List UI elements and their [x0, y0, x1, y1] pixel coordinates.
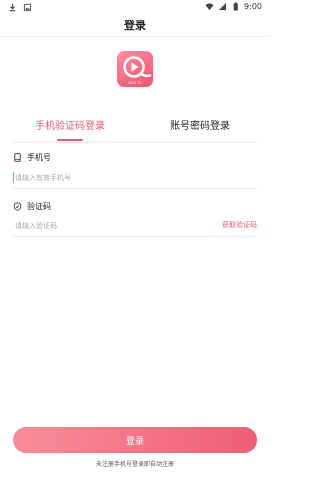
text-caret — [13, 172, 14, 183]
code-input-underline — [13, 236, 257, 237]
battery-icon — [233, 2, 238, 11]
phone-icon — [14, 153, 21, 162]
status-bar: 9:00 — [0, 0, 270, 16]
login-button[interactable]: 登录 — [13, 427, 257, 453]
tabs-divider — [13, 142, 257, 143]
image-icon — [23, 3, 32, 12]
tab-sms-login[interactable]: 手机验证码登录 — [24, 120, 116, 134]
phone-input-underline — [13, 188, 257, 189]
download-icon — [9, 3, 16, 12]
page-title: 登录 — [124, 19, 146, 32]
wifi-icon — [205, 3, 214, 11]
title-divider — [0, 36, 270, 37]
login-tabs: 手机验证码登录 账号密码登录 — [0, 114, 270, 144]
auto-register-notice: 未注册手机号登录即自动注册 — [95, 461, 174, 468]
logo-text: DSQ TV — [128, 81, 142, 85]
phone-field-label: 手机号 — [13, 152, 51, 163]
shield-check-icon — [13, 202, 22, 211]
title-bar: 登录 — [0, 16, 270, 36]
verification-code-input[interactable] — [13, 218, 203, 234]
status-bar-left — [8, 3, 32, 12]
get-code-button[interactable]: 获取验证码 — [222, 220, 257, 230]
code-field-label: 验证码 — [13, 201, 51, 212]
phone-label-text: 手机号 — [27, 153, 51, 162]
status-time: 9:00 — [244, 2, 262, 11]
code-label-text: 验证码 — [27, 202, 51, 211]
app-logo: DSQ TV — [117, 51, 153, 87]
active-tab-indicator — [57, 139, 83, 141]
tab-password-login[interactable]: 账号密码登录 — [154, 120, 246, 134]
status-bar-right: 9:00 — [205, 2, 262, 11]
signal-icon — [218, 2, 227, 11]
phone-input[interactable] — [13, 170, 257, 186]
